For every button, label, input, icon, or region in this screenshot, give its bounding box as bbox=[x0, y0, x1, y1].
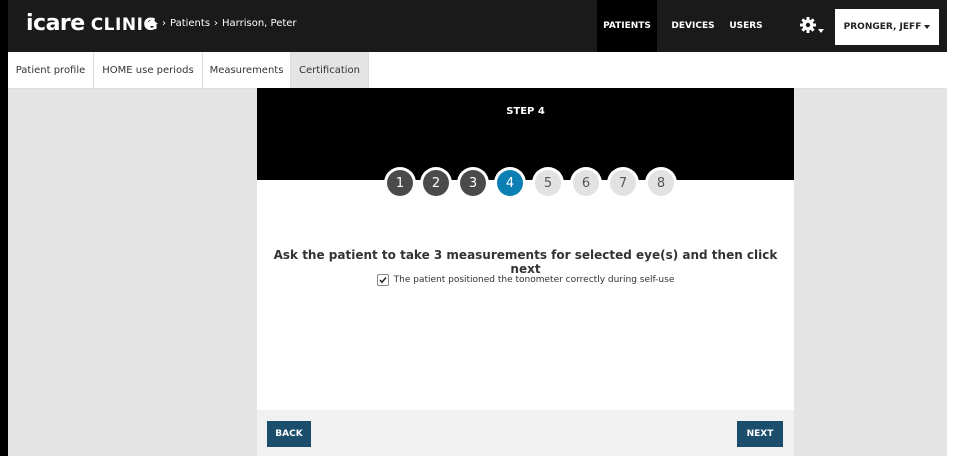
top-navigation-bar: icare CLINIC › Patients › Harrison, Peter… bbox=[8, 0, 947, 52]
tonometer-check-row: The patient positioned the tonometer cor… bbox=[257, 274, 794, 286]
step-2: 2 bbox=[423, 170, 449, 196]
tonometer-checkbox-label[interactable]: The patient positioned the tonometer cor… bbox=[394, 275, 675, 285]
breadcrumb-separator: › bbox=[214, 18, 219, 29]
step-3: 3 bbox=[460, 170, 486, 196]
tab-bar: Patient profile HOME use periods Measure… bbox=[8, 52, 947, 89]
gear-icon bbox=[800, 17, 816, 37]
user-name: PRONGER, JEFF bbox=[843, 22, 922, 32]
chevron-down-icon bbox=[818, 18, 824, 37]
tonometer-checkbox[interactable] bbox=[376, 274, 389, 286]
nav-patients[interactable]: PATIENTS bbox=[597, 0, 657, 52]
logo-main: icare bbox=[26, 11, 85, 36]
step-7: 7 bbox=[610, 170, 636, 196]
wizard-footer: BACK NEXT bbox=[257, 410, 794, 456]
breadcrumb-patients[interactable]: Patients bbox=[170, 18, 210, 29]
step-1: 1 bbox=[387, 170, 413, 196]
breadcrumb: › Patients › Harrison, Peter bbox=[146, 18, 297, 29]
tab-measurements[interactable]: Measurements bbox=[203, 52, 291, 88]
step-8: 8 bbox=[648, 170, 674, 196]
next-button[interactable]: NEXT bbox=[737, 421, 783, 447]
back-button[interactable]: BACK bbox=[267, 421, 311, 447]
app-logo[interactable]: icare CLINIC bbox=[26, 11, 156, 36]
nav-users[interactable]: USERS bbox=[726, 0, 766, 52]
tab-certification[interactable]: Certification bbox=[291, 52, 369, 88]
user-menu-button[interactable]: PRONGER, JEFF bbox=[835, 9, 939, 45]
window-edge bbox=[947, 0, 955, 456]
breadcrumb-patient-name: Harrison, Peter bbox=[222, 18, 297, 29]
tab-home-use-periods[interactable]: HOME use periods bbox=[94, 52, 203, 88]
instruction-text: Ask the patient to take 3 measurements f… bbox=[273, 248, 778, 276]
tab-patient-profile[interactable]: Patient profile bbox=[8, 52, 94, 88]
settings-menu-button[interactable] bbox=[792, 9, 832, 45]
breadcrumb-separator: › bbox=[162, 18, 166, 29]
step-4: 4 bbox=[497, 170, 523, 196]
nav-devices[interactable]: DEVICES bbox=[663, 0, 723, 52]
window-edge bbox=[0, 0, 8, 456]
step-title: STEP 4 bbox=[506, 106, 545, 117]
step-5: 5 bbox=[535, 170, 561, 196]
step-6: 6 bbox=[573, 170, 599, 196]
home-icon[interactable] bbox=[146, 18, 158, 29]
chevron-down-icon bbox=[924, 22, 931, 32]
wizard-header: STEP 4 bbox=[257, 88, 794, 180]
certification-wizard-panel: STEP 4 Ask the patient to take 3 measure… bbox=[257, 88, 794, 456]
